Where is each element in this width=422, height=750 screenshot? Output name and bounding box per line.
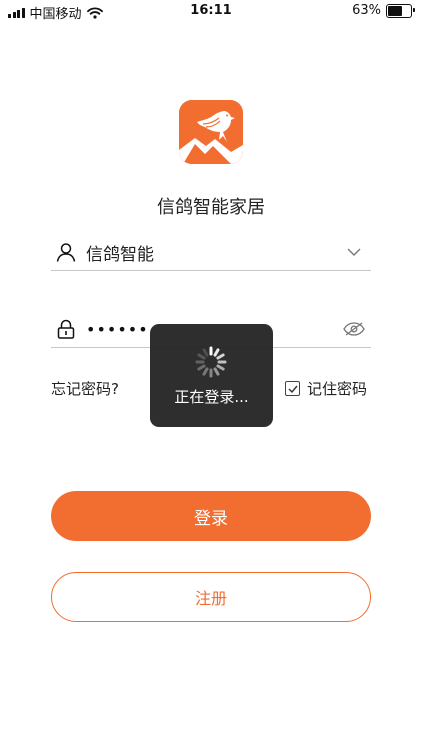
battery-fill [388,5,402,16]
loading-toast: 正在登录... [150,324,273,427]
loading-spinner-icon [195,346,227,378]
lock-icon [55,318,77,340]
forgot-password-link[interactable]: 忘记密码? [51,378,119,399]
remember-password-toggle[interactable]: 记住密码 [285,378,367,399]
remember-password-checkbox[interactable] [285,381,300,396]
chevron-down-icon[interactable] [343,241,365,263]
battery-icon [386,3,415,18]
pigeon-logo-icon [179,100,243,164]
login-button[interactable]: 登录 [51,491,371,541]
register-button[interactable]: 注册 [51,572,371,622]
checkmark-icon [288,385,298,393]
eye-off-icon[interactable] [343,318,365,340]
username-field[interactable]: 信鸽智能 [51,234,371,271]
loading-text: 正在登录... [174,388,249,406]
username-input[interactable]: 信鸽智能 [86,240,343,265]
status-right: 63% [352,3,415,18]
app-logo [179,100,243,164]
remember-password-label: 记住密码 [307,380,368,398]
app-title: 信鸽智能家居 [157,197,265,218]
user-icon [55,241,77,263]
battery-percent: 63% [352,3,381,18]
status-bar: 中国移动 16:11 63% [0,0,422,22]
